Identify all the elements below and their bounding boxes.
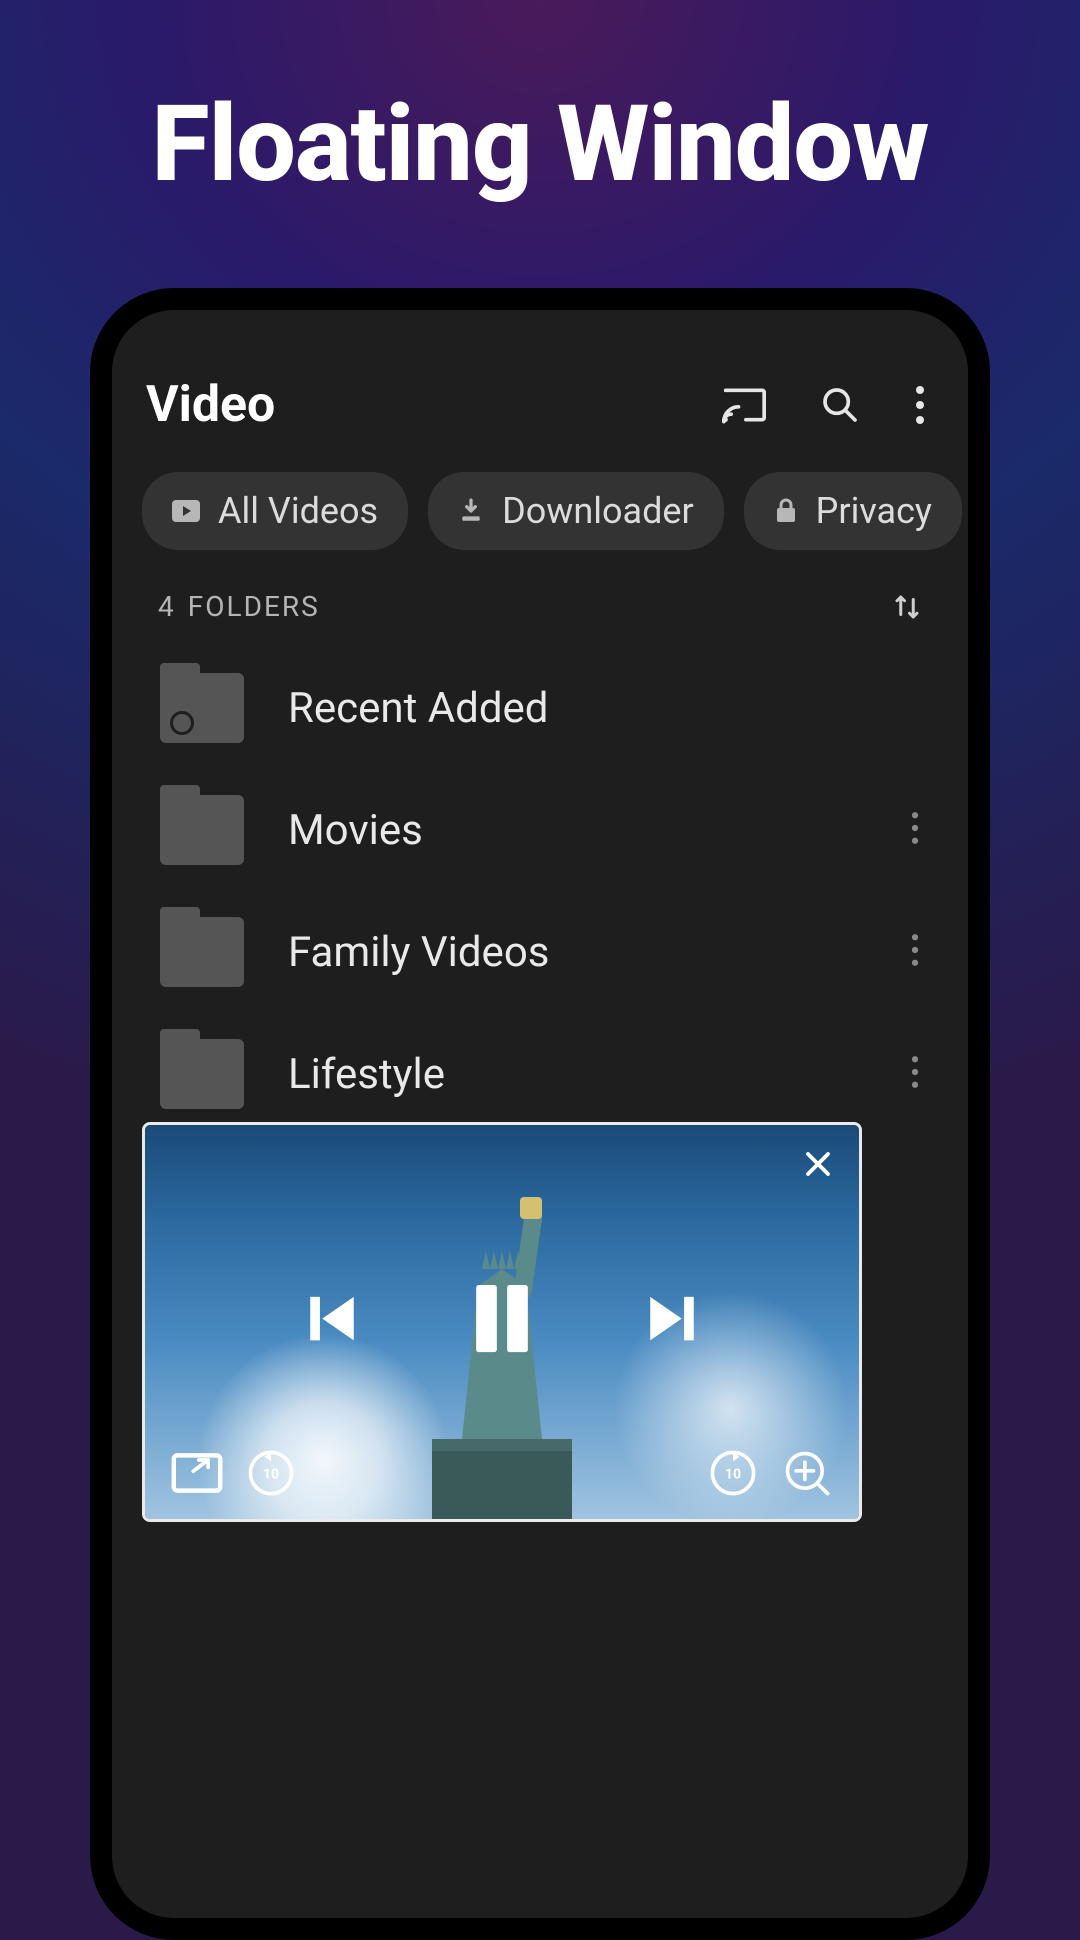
folder-name: Lifestyle [288, 1050, 848, 1099]
chip-downloader[interactable]: Downloader [428, 472, 724, 550]
chip-label: Privacy [816, 490, 932, 532]
folder-recent-icon [160, 673, 244, 743]
zoom-icon[interactable] [781, 1447, 833, 1499]
skip-previous-icon[interactable] [303, 1290, 361, 1348]
row-more-icon[interactable] [892, 1045, 938, 1103]
player-controls: 10 10 [145, 1125, 859, 1519]
folder-count-label: 4 FOLDERS [158, 590, 320, 623]
folder-count-text: FOLDERS [188, 590, 320, 623]
app-bar: Video [112, 310, 968, 464]
page-title: Video [146, 376, 275, 434]
phone-screen: Video [112, 310, 968, 1918]
close-icon[interactable] [803, 1149, 833, 1179]
cast-icon[interactable] [722, 386, 766, 424]
folder-row-lifestyle[interactable]: Lifestyle [150, 1013, 948, 1135]
phone-frame: Video [90, 288, 990, 1940]
chip-label: All Videos [218, 490, 378, 532]
pause-icon[interactable] [471, 1285, 533, 1353]
promo-title: Floating Window [0, 0, 1080, 206]
svg-text:10: 10 [725, 1466, 741, 1482]
app-bar-actions [722, 385, 934, 425]
forward-10-icon[interactable]: 10 [707, 1447, 759, 1499]
folder-row-family[interactable]: Family Videos [150, 891, 948, 1013]
svg-text:10: 10 [263, 1466, 279, 1482]
lock-icon [774, 498, 798, 524]
more-vert-icon[interactable] [914, 385, 926, 425]
folder-name: Family Videos [288, 928, 848, 977]
folder-list: Recent Added Movies Family Videos Lifest… [112, 641, 968, 1135]
play-icon [172, 500, 200, 522]
folder-icon [160, 795, 244, 865]
folder-name: Movies [288, 806, 848, 855]
folder-row-recent[interactable]: Recent Added [150, 647, 948, 769]
chip-label: Downloader [502, 490, 694, 532]
skip-next-icon[interactable] [643, 1290, 701, 1348]
row-more-icon[interactable] [892, 923, 938, 981]
rewind-10-icon[interactable]: 10 [245, 1447, 297, 1499]
folder-icon [160, 1039, 244, 1109]
folder-row-movies[interactable]: Movies [150, 769, 948, 891]
chip-row: All Videos Downloader Privacy [112, 464, 968, 564]
folder-name: Recent Added [288, 684, 938, 733]
fullscreen-icon[interactable] [171, 1451, 223, 1495]
row-more-icon[interactable] [892, 801, 938, 859]
download-icon [458, 498, 484, 524]
sort-icon[interactable] [892, 592, 922, 622]
search-icon[interactable] [820, 385, 860, 425]
chip-all-videos[interactable]: All Videos [142, 472, 408, 550]
section-header: 4 FOLDERS [112, 564, 968, 641]
chip-privacy[interactable]: Privacy [744, 472, 962, 550]
folder-icon [160, 917, 244, 987]
folder-count: 4 [158, 590, 174, 623]
floating-player[interactable]: 10 10 [142, 1122, 862, 1522]
